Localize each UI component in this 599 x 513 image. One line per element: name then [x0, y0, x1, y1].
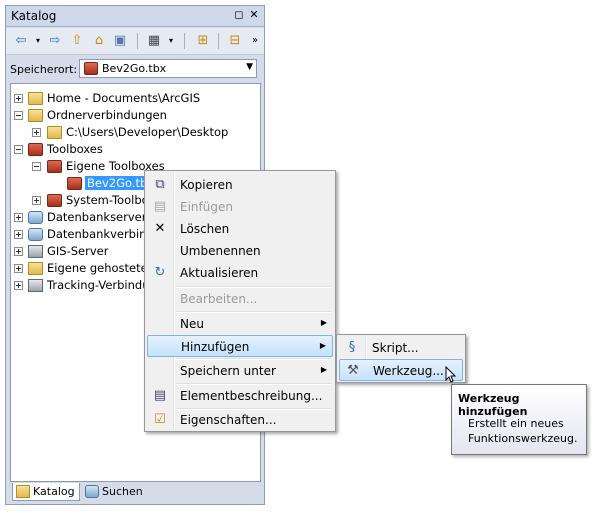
collapse-icon[interactable]	[14, 111, 23, 120]
menu-item-add[interactable]: Hinzufügen ▶	[147, 335, 333, 357]
menu-item-label: Neu	[180, 317, 204, 331]
expand-icon[interactable]	[14, 213, 23, 222]
menu-item-description[interactable]: ▤ Elementbeschreibung...	[147, 385, 333, 407]
gis-server-icon	[28, 245, 43, 258]
menu-item-label: Werkzeug...	[373, 364, 444, 378]
tree-node-label: Datenbankserver	[47, 210, 147, 224]
mouse-cursor-icon	[445, 366, 457, 383]
menu-item-label: Eigenschaften...	[180, 413, 277, 427]
home-folder-icon	[28, 92, 43, 105]
tooltip-body: Erstellt ein neues Funktionswerkzeug.	[468, 417, 578, 445]
toolbox-icon	[28, 143, 43, 156]
expand-icon[interactable]	[14, 264, 23, 273]
tree-node-label: C:\Users\Developer\Desktop	[66, 125, 229, 139]
menu-item-label: Speichern unter	[180, 364, 276, 378]
tooltip: Werkzeug hinzufügen Erstellt ein neues F…	[451, 384, 587, 455]
connect-folder-icon[interactable]: ▣	[111, 32, 129, 50]
tab-search[interactable]: Suchen	[82, 483, 150, 501]
forward-icon[interactable]: ⇨	[46, 32, 64, 50]
view-options-icon[interactable]: ▦	[145, 32, 163, 50]
context-menu: ⧉ Kopieren ▤ Einfügen ✕ Löschen Umbenenn…	[144, 170, 336, 432]
expand-icon[interactable]	[14, 247, 23, 256]
delete-icon: ✕	[154, 221, 166, 236]
folder-icon	[47, 126, 62, 139]
toolbox-icon	[47, 160, 62, 173]
submenu-arrow-icon: ▶	[320, 318, 327, 327]
collapse-icon[interactable]	[32, 162, 41, 171]
catalog-title: Katalog	[11, 9, 57, 23]
hosted-services-icon	[28, 262, 43, 275]
menu-item-rename[interactable]: Umbenennen	[147, 240, 333, 262]
menu-item-new[interactable]: Neu ▶	[147, 313, 333, 335]
tooltip-title: Werkzeug hinzufügen	[458, 392, 528, 418]
paste-icon: ▤	[153, 199, 167, 214]
home-icon[interactable]: ⌂	[90, 32, 108, 50]
collapse-icon[interactable]	[14, 145, 23, 154]
view-dropdown-icon[interactable]: ▾	[162, 32, 180, 50]
script-icon: §	[348, 340, 356, 355]
tab-label: Katalog	[33, 485, 75, 498]
submenu-arrow-icon: ▶	[319, 341, 326, 350]
tab-label: Suchen	[102, 485, 143, 498]
close-icon[interactable]: ✕	[248, 8, 260, 22]
menu-item-label: Skript...	[372, 341, 419, 355]
expand-icon[interactable]	[14, 94, 23, 103]
description-icon: ▤	[153, 388, 167, 403]
back-icon[interactable]: ⇦	[12, 32, 30, 50]
menu-item-paste[interactable]: ▤ Einfügen	[147, 196, 333, 218]
toolbox-icon	[84, 62, 98, 75]
copy-icon: ⧉	[155, 177, 165, 192]
menu-item-label: Einfügen	[180, 200, 233, 214]
tree-node-label: Ordnerverbindungen	[47, 108, 167, 122]
menu-item-label: Kopieren	[180, 178, 233, 192]
menu-item-delete[interactable]: ✕ Löschen	[147, 218, 333, 240]
tool-hammer-icon: ⚒	[347, 363, 359, 378]
tree-node-label: Home - Documents\ArcGIS	[47, 91, 201, 105]
overflow-icon[interactable]: »	[246, 32, 264, 50]
catalog-icon	[16, 485, 30, 498]
chevron-down-icon[interactable]: ▼	[246, 62, 253, 72]
expand-icon[interactable]	[14, 281, 23, 290]
up-folder-icon[interactable]: ⇧	[68, 32, 86, 50]
submenu-arrow-icon: ▶	[320, 365, 327, 374]
database-connection-icon	[28, 228, 43, 241]
location-label: Speicherort:	[10, 63, 78, 76]
menu-item-refresh[interactable]: ↻ Aktualisieren	[147, 262, 333, 284]
properties-icon: ☑	[154, 412, 166, 427]
tree-node-label: GIS-Server	[47, 244, 109, 258]
search-window-icon	[85, 485, 99, 498]
menu-item-label: Hinzufügen	[181, 340, 250, 354]
menu-item-properties[interactable]: ☑ Eigenschaften...	[147, 409, 333, 431]
add-data-icon[interactable]: ⊞	[194, 32, 212, 50]
expand-icon[interactable]	[32, 128, 41, 137]
menu-item-label: Umbenennen	[180, 244, 261, 258]
expand-icon[interactable]	[32, 196, 41, 205]
menu-item-label: Elementbeschreibung...	[180, 389, 323, 403]
tracking-icon	[28, 279, 43, 292]
pin-icon[interactable]: ◻	[233, 8, 245, 22]
folder-icon	[28, 109, 43, 122]
menu-item-save-as[interactable]: Speichern unter ▶	[147, 360, 333, 382]
location-value: Bev2Go.tbx	[102, 62, 167, 75]
location-dropdown[interactable]: Bev2Go.tbx ▼	[79, 59, 257, 78]
catalog-toolbar: ⇦ ▾ ⇨ ⇧ ⌂ ▣ ▦ ▾ ⊞ ⊟ »	[6, 28, 264, 55]
refresh-icon: ↻	[154, 265, 166, 280]
toolbox-icon	[67, 177, 82, 190]
back-dropdown-icon[interactable]: ▾	[29, 32, 47, 50]
tab-catalog[interactable]: Katalog	[12, 483, 80, 501]
menu-item-label: Löschen	[180, 222, 230, 236]
menu-item-script[interactable]: § Skript...	[339, 337, 463, 359]
catalog-titlebar: Katalog ◻ ✕	[6, 6, 264, 27]
location-bar: Speicherort: Bev2Go.tbx ▼	[6, 56, 264, 82]
toolbox-icon	[47, 194, 62, 207]
tree-view-icon[interactable]: ⊟	[226, 32, 244, 50]
menu-item-label: Bearbeiten...	[180, 292, 258, 306]
tree-node-label: Toolboxes	[47, 142, 103, 156]
menu-item-label: Aktualisieren	[180, 266, 259, 280]
expand-icon[interactable]	[14, 230, 23, 239]
database-server-icon	[28, 211, 43, 224]
menu-item-copy[interactable]: ⧉ Kopieren	[147, 174, 333, 196]
menu-item-edit[interactable]: Bearbeiten...	[147, 288, 333, 310]
